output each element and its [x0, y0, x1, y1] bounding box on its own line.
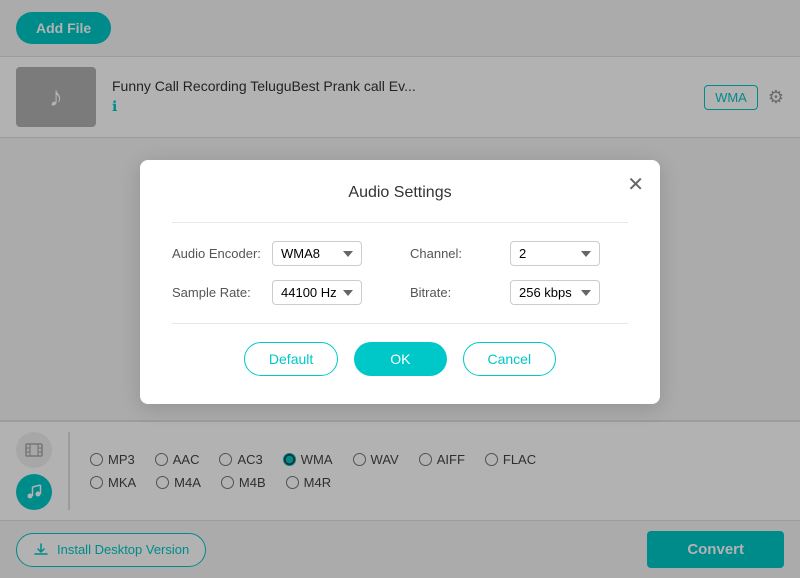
bitrate-select[interactable]: 128 kbps 192 kbps 256 kbps 320 kbps [510, 280, 600, 305]
audio-encoder-select[interactable]: WMA8 WMA WMA Pro [272, 241, 362, 266]
bitrate-row: Bitrate: 128 kbps 192 kbps 256 kbps 320 … [410, 280, 628, 305]
audio-encoder-row: Audio Encoder: WMA8 WMA WMA Pro [172, 241, 390, 266]
modal-divider [172, 222, 628, 223]
sample-rate-select[interactable]: 22050 Hz 44100 Hz 48000 Hz [272, 280, 362, 305]
sample-rate-row: Sample Rate: 22050 Hz 44100 Hz 48000 Hz [172, 280, 390, 305]
modal-close-button[interactable]: ✕ [627, 172, 644, 197]
bitrate-label: Bitrate: [410, 285, 500, 300]
default-button[interactable]: Default [244, 342, 338, 376]
audio-settings-modal: ✕ Audio Settings Audio Encoder: WMA8 WMA… [140, 160, 660, 404]
channel-row: Channel: 1 2 [410, 241, 628, 266]
modal-overlay: ✕ Audio Settings Audio Encoder: WMA8 WMA… [0, 0, 800, 578]
modal-title: Audio Settings [172, 184, 628, 202]
ok-button[interactable]: OK [354, 342, 446, 376]
cancel-button[interactable]: Cancel [463, 342, 557, 376]
audio-encoder-label: Audio Encoder: [172, 246, 262, 261]
channel-label: Channel: [410, 246, 500, 261]
sample-rate-label: Sample Rate: [172, 285, 262, 300]
channel-select[interactable]: 1 2 [510, 241, 600, 266]
modal-buttons: Default OK Cancel [172, 342, 628, 376]
modal-divider2 [172, 323, 628, 324]
modal-form: Audio Encoder: WMA8 WMA WMA Pro Channel:… [172, 241, 628, 305]
